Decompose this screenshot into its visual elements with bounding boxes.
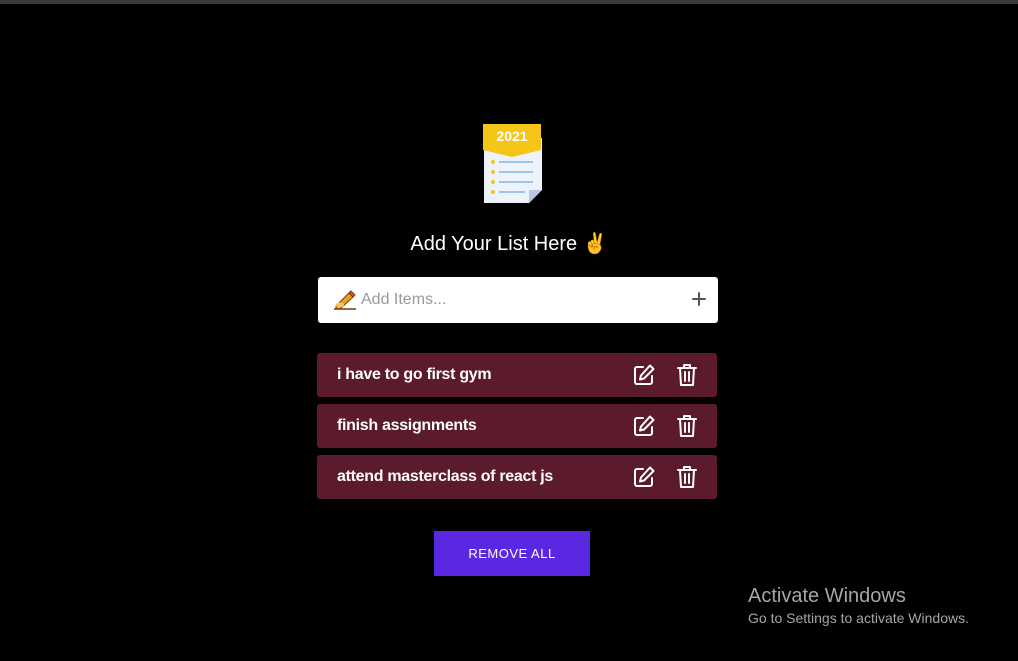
add-items-input[interactable]	[361, 277, 681, 323]
list-item-label: i have to go first gym	[337, 366, 492, 383]
list-item: finish assignments	[317, 404, 717, 448]
edit-icon[interactable]	[633, 415, 655, 437]
list-item-label: finish assignments	[337, 417, 477, 434]
checklist-document-icon: 2021	[483, 124, 542, 203]
writing-hand-icon	[334, 290, 356, 310]
remove-all-button[interactable]: REMOVE ALL	[434, 531, 590, 576]
trash-icon[interactable]	[677, 363, 697, 387]
page-heading: Add Your List Here ✌️	[410, 233, 608, 255]
list-item-label: attend masterclass of react js	[337, 468, 553, 485]
trash-icon[interactable]	[677, 465, 697, 489]
logo-year-label: 2021	[496, 128, 527, 144]
list-item: attend masterclass of react js	[317, 455, 717, 499]
activate-windows-subtitle: Go to Settings to activate Windows.	[748, 610, 969, 626]
edit-icon[interactable]	[633, 466, 655, 488]
add-item-box	[318, 277, 718, 323]
top-window-strip	[0, 0, 1018, 4]
edit-icon[interactable]	[633, 364, 655, 386]
plus-icon[interactable]	[692, 292, 706, 306]
trash-icon[interactable]	[677, 414, 697, 438]
list-item: i have to go first gym	[317, 353, 717, 397]
activate-windows-title: Activate Windows	[748, 585, 906, 607]
